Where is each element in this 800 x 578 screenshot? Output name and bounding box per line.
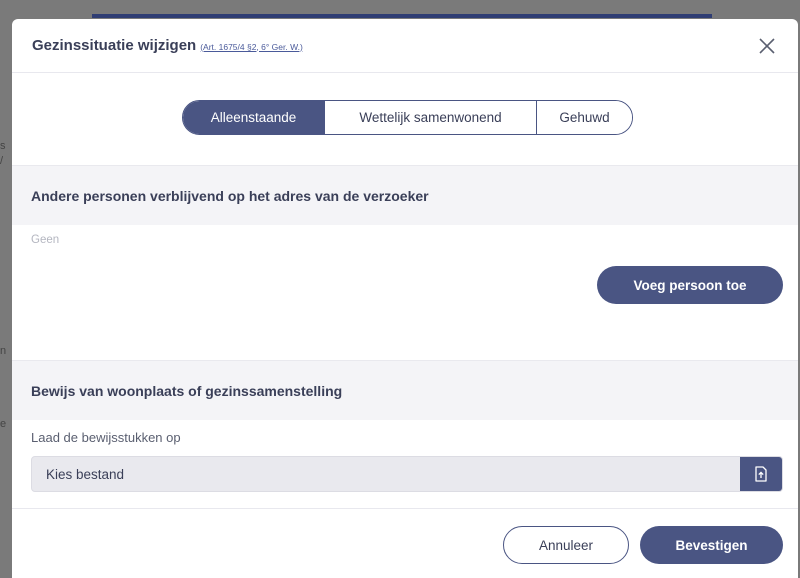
background-text-fragment: n [0,345,7,357]
background-text-fragment: s [0,140,6,152]
add-person-button[interactable]: Voeg persoon toe [597,266,783,304]
other-persons-body: Geen Voeg persoon toe [12,225,798,360]
background-text-fragment: / [0,155,4,167]
upload-label: Laad de bewijsstukken op [31,430,181,445]
modal-title: Gezinssituatie wijzigen [32,37,197,54]
file-upload-icon [755,466,767,482]
cancel-button[interactable]: Annuleer [503,526,629,564]
background-page-header-bar [92,14,712,18]
close-icon [759,37,775,54]
other-persons-heading: Andere personen verblijvend op het adres… [12,165,798,225]
upload-button[interactable] [740,457,782,491]
background-text-fragment: e [0,418,7,430]
other-persons-empty-text: Geen [31,234,60,246]
option-wettelijk-samenwonend[interactable]: Wettelijk samenwonend [324,100,536,134]
option-gehuwd[interactable]: Gehuwd [536,100,632,134]
proof-body: Laad de bewijsstukken op Kies bestand [12,420,798,508]
file-name-field[interactable]: Kies bestand [32,457,740,491]
modal-footer: Annuleer Bevestigen [12,508,798,578]
marital-status-row: Alleenstaande Wettelijk samenwonend Gehu… [12,73,798,165]
file-picker: Kies bestand [31,456,783,492]
close-button[interactable] [754,33,780,59]
modal-header: Gezinssituatie wijzigen (Art. 1675/4 §2,… [12,19,798,73]
option-alleenstaande[interactable]: Alleenstaande [183,100,324,134]
proof-heading: Bewijs van woonplaats of gezinssamenstel… [12,360,798,420]
confirm-button[interactable]: Bevestigen [640,526,783,564]
marital-status-segmented-control: Alleenstaande Wettelijk samenwonend Gehu… [182,99,633,135]
gezinssituatie-modal: Gezinssituatie wijzigen (Art. 1675/4 §2,… [12,19,798,578]
legal-reference-link[interactable]: (Art. 1675/4 §2, 6° Ger. W.) [200,42,303,52]
